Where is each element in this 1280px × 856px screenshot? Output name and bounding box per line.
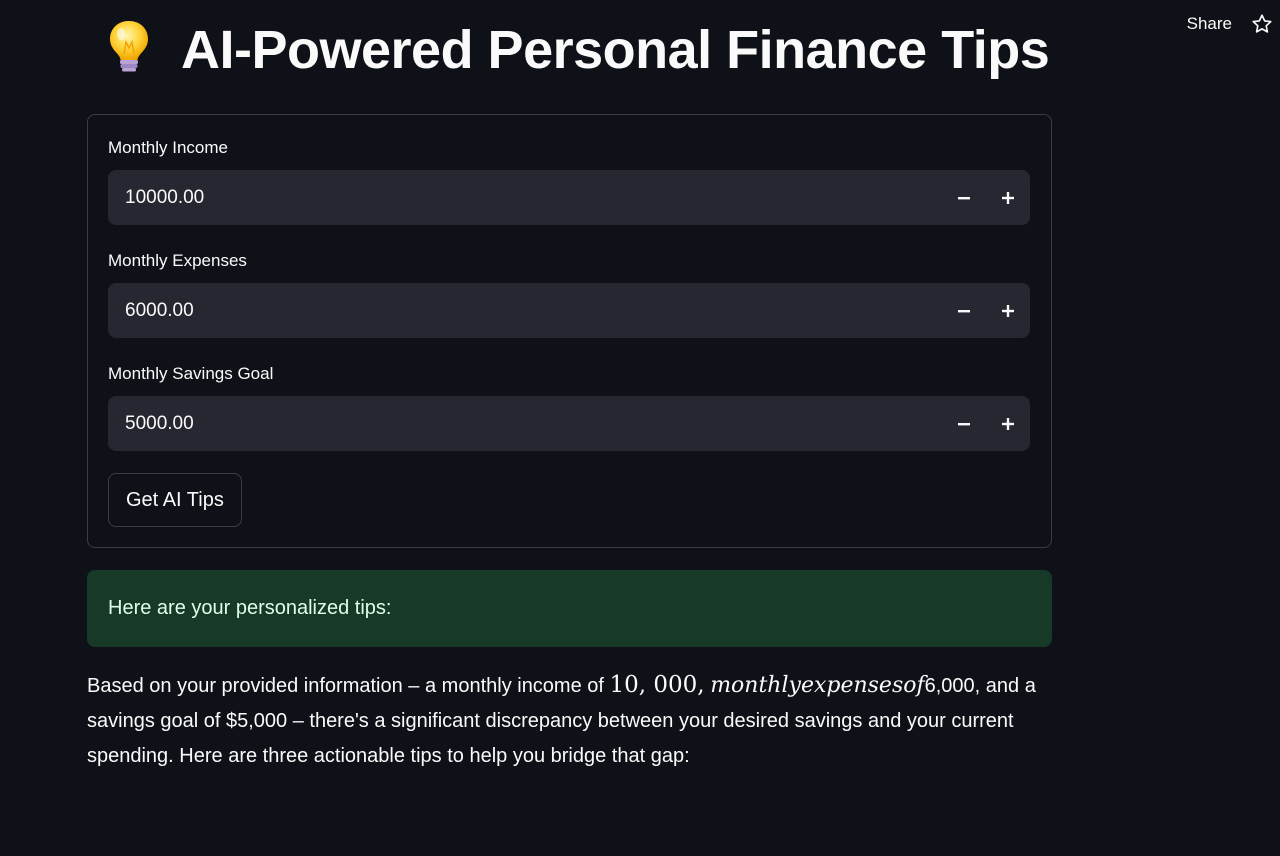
expenses-input[interactable]: 6000.00 [108,283,1030,338]
main-content: AI-Powered Personal Finance Tips Monthly… [87,0,1052,774]
get-ai-tips-button[interactable]: Get AI Tips [108,473,242,527]
plus-icon [1002,304,1014,317]
savings-goal-decrement-button[interactable] [942,396,986,451]
math-words: monthlyexpensesof [710,673,925,698]
page-title-text: AI-Powered Personal Finance Tips [181,20,1050,80]
expenses-label: Monthly Expenses [108,251,247,270]
star-icon[interactable] [1250,12,1274,36]
plus-icon [1002,417,1014,430]
share-button[interactable]: Share [1187,14,1232,34]
savings-goal-input[interactable]: 5000.00 [108,396,1030,451]
page-title: AI-Powered Personal Finance Tips [87,0,1052,86]
income-decrement-button[interactable] [942,170,986,225]
finance-form: Monthly Income 10000.00 Monthly Expenses… [87,114,1052,548]
income-field: Monthly Income 10000.00 [108,137,1030,225]
tips-paragraph: Based on your provided information – a m… [87,668,1052,774]
expenses-increment-button[interactable] [986,283,1030,338]
paragraph-text-start: Based on your provided information – a m… [87,675,610,697]
math-number: 10, 000, [609,672,705,698]
income-increment-button[interactable] [986,170,1030,225]
top-toolbar: Share [1187,12,1274,36]
savings-goal-increment-button[interactable] [986,396,1030,451]
savings-goal-field: Monthly Savings Goal 5000.00 [108,363,1030,451]
savings-goal-label: Monthly Savings Goal [108,364,274,383]
income-label: Monthly Income [108,138,228,157]
minus-icon [958,309,970,312]
expenses-field: Monthly Expenses 6000.00 [108,250,1030,338]
success-alert: Here are your personalized tips: [87,570,1052,647]
income-input[interactable]: 10000.00 [108,170,1030,225]
plus-icon [1002,191,1014,204]
expenses-decrement-button[interactable] [942,283,986,338]
income-value[interactable]: 10000.00 [108,187,942,209]
expenses-value[interactable]: 6000.00 [108,300,942,322]
minus-icon [958,196,970,199]
lightbulb-icon [101,18,157,74]
minus-icon [958,422,970,425]
savings-goal-value[interactable]: 5000.00 [108,413,942,435]
